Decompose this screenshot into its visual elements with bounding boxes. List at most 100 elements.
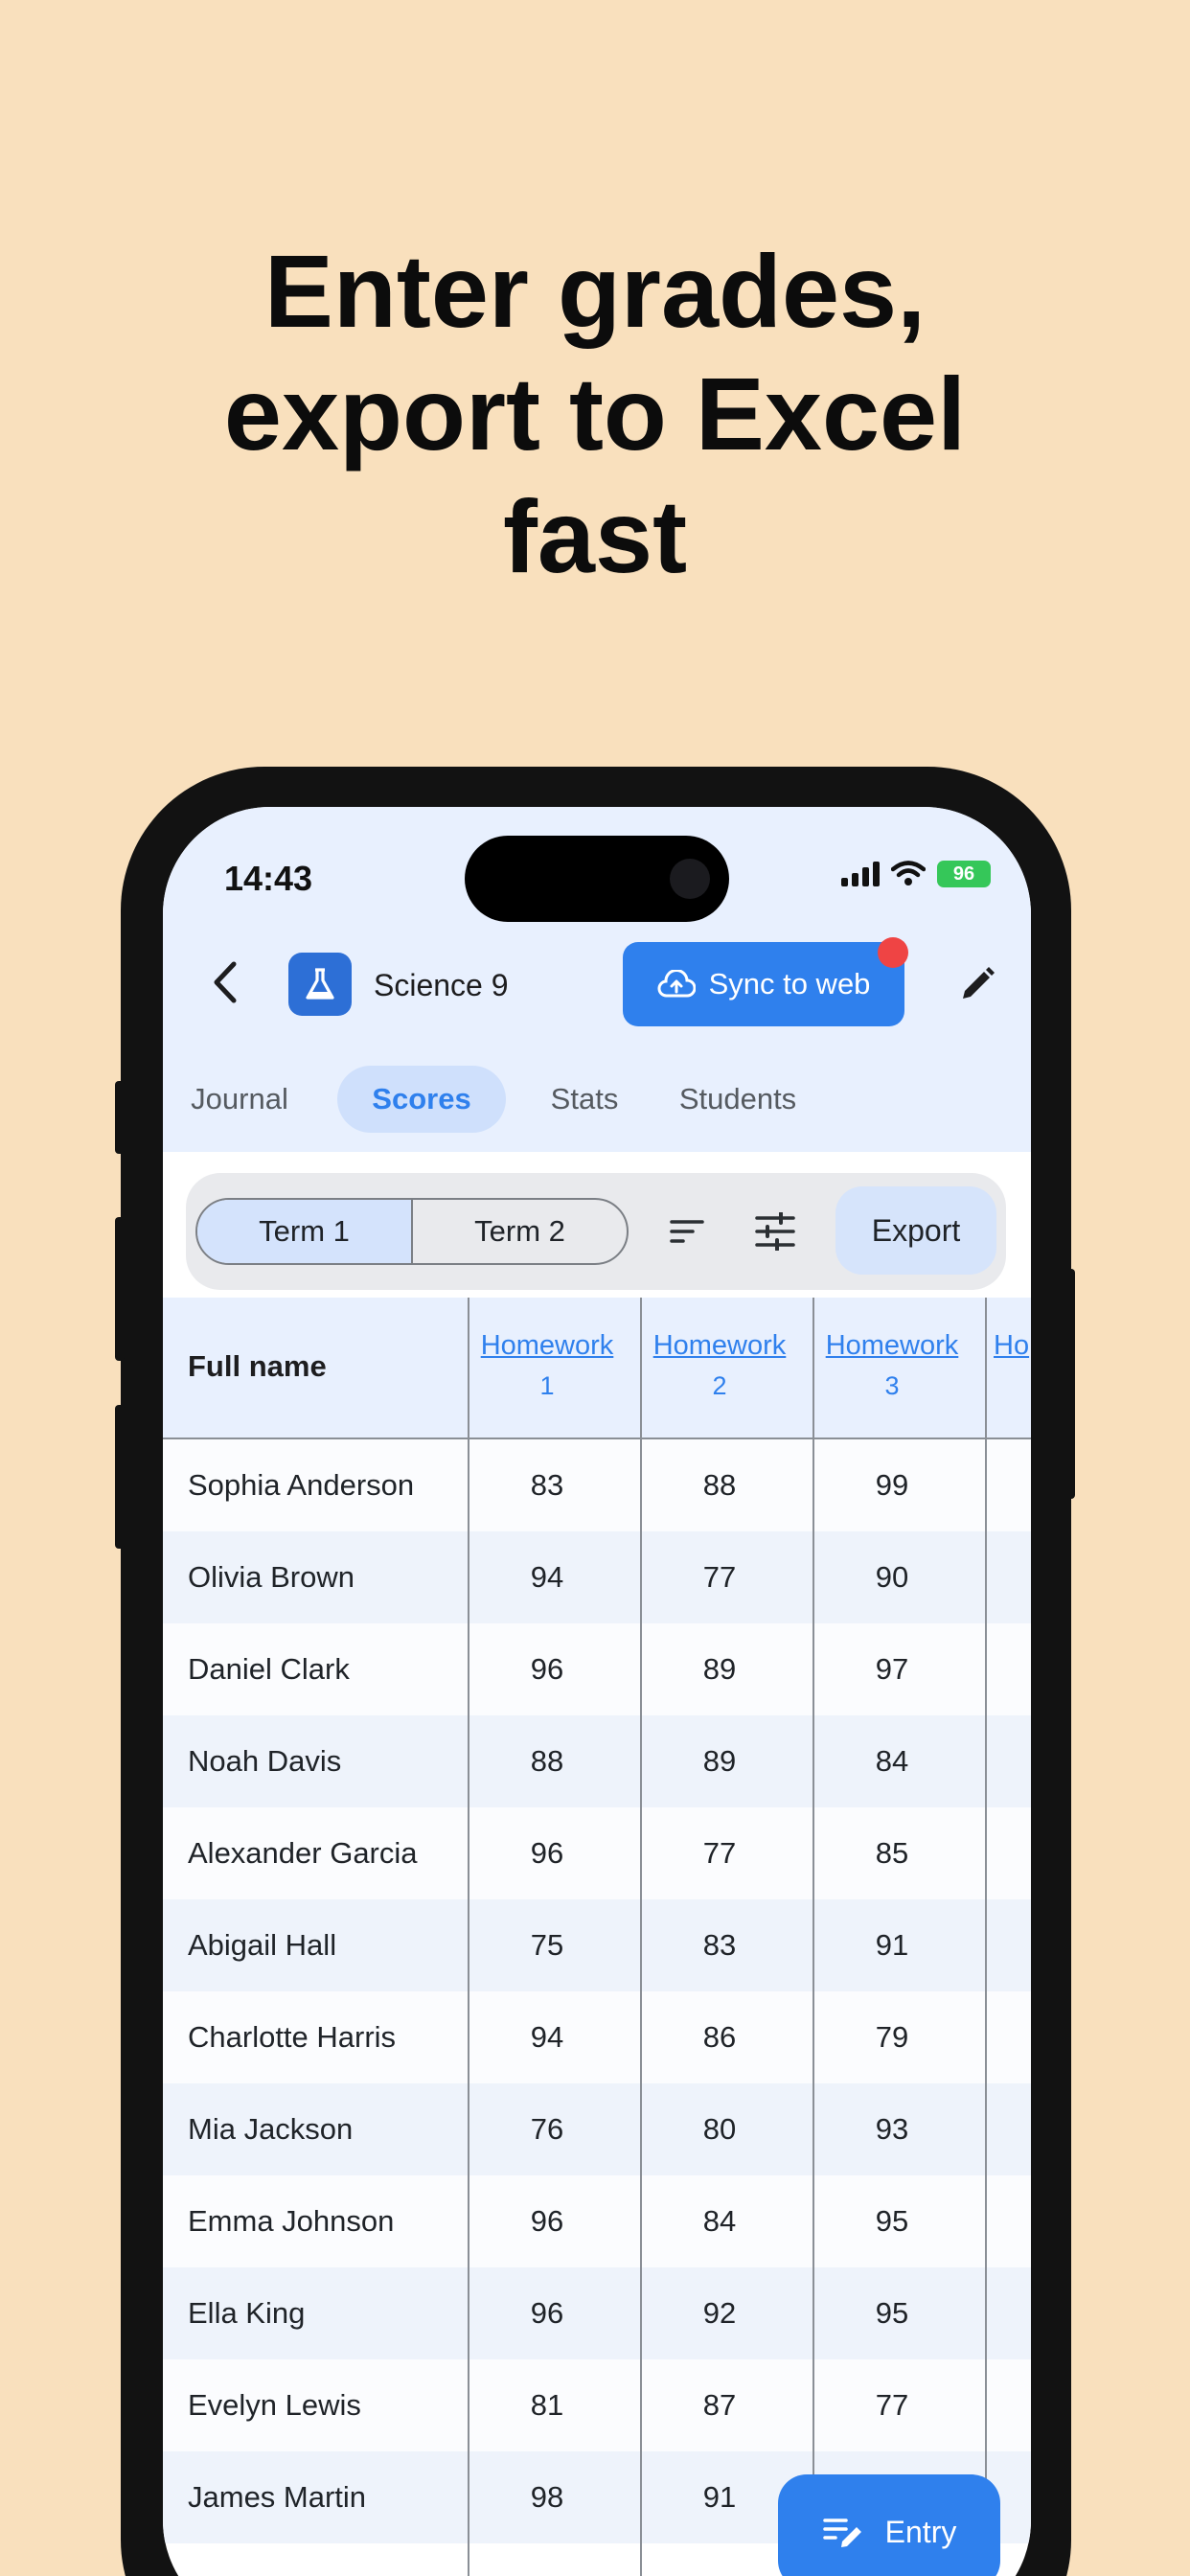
camera-icon — [670, 859, 710, 899]
table-row: Ella King 96 92 95 — [163, 2267, 1031, 2359]
score-cell[interactable]: 77 — [633, 1560, 806, 1595]
student-name: Mia Jackson — [188, 2112, 354, 2146]
signal-icon — [841, 862, 880, 886]
score-cell[interactable]: 95 — [806, 2204, 978, 2239]
term-1-segment[interactable]: Term 1 — [197, 1200, 413, 1263]
score-cell[interactable]: 93 — [806, 2112, 978, 2147]
status-icons: 96 — [841, 861, 991, 887]
score-cell[interactable]: 84 — [633, 2204, 806, 2239]
phone-side-button — [115, 1217, 125, 1361]
battery-icon: 96 — [937, 861, 991, 887]
score-cell[interactable]: 90 — [806, 1560, 978, 1595]
chevron-left-icon — [214, 961, 237, 1003]
student-name: Olivia Brown — [188, 1560, 355, 1594]
score-cell[interactable]: 88 — [633, 1468, 806, 1503]
back-button[interactable] — [201, 958, 249, 1006]
column-divider — [640, 1298, 642, 2576]
phone-side-button — [1065, 1269, 1075, 1499]
score-cell[interactable]: 88 — [461, 1744, 633, 1779]
table-row: Emma Johnson 96 84 95 — [163, 2175, 1031, 2267]
column-header-homework-2[interactable]: Homework 2 — [633, 1298, 806, 1439]
score-cell[interactable]: 81 — [461, 2388, 633, 2423]
score-cell[interactable]: 94 — [461, 2020, 633, 2055]
sync-label: Sync to web — [708, 967, 871, 1000]
class-name: Science 9 — [374, 968, 509, 1002]
scores-toolbar: Term 1 Term 2 Export — [186, 1173, 1006, 1290]
student-name: Ella King — [188, 2296, 306, 2330]
pencil-icon — [963, 967, 995, 999]
sort-button[interactable] — [663, 1208, 711, 1255]
export-button[interactable]: Export — [835, 1186, 996, 1275]
tab-stats[interactable]: Stats — [527, 1066, 642, 1133]
score-cell[interactable]: 96 — [461, 2204, 633, 2239]
score-cell[interactable]: 98 — [461, 2480, 633, 2515]
tab-journal[interactable]: Journal — [182, 1066, 297, 1133]
tab-students[interactable]: Students — [661, 1066, 814, 1133]
term-2-segment[interactable]: Term 2 — [413, 1200, 627, 1263]
score-cell[interactable]: 96 — [461, 1652, 633, 1687]
headline-line: Enter grades, — [263, 233, 927, 349]
score-cell[interactable]: 76 — [461, 2112, 633, 2147]
phone-screen: 14:43 96 Science 9 Sync to web Journal S… — [163, 807, 1031, 2576]
score-cell[interactable]: 80 — [633, 2112, 806, 2147]
score-cell[interactable]: 77 — [806, 2388, 978, 2423]
score-cell[interactable]: 84 — [806, 1744, 978, 1779]
table-row: Charlotte Harris 94 86 79 — [163, 1991, 1031, 2083]
tune-icon — [755, 1212, 795, 1251]
phone-side-button — [115, 1405, 125, 1549]
table-row: Olivia Brown 94 77 90 — [163, 1531, 1031, 1623]
edit-button[interactable] — [952, 959, 1002, 1009]
table-row: Daniel Clark 96 89 97 — [163, 1623, 1031, 1715]
score-cell[interactable]: 96 — [461, 1836, 633, 1871]
student-name: Sophia Anderson — [188, 1468, 415, 1502]
student-name: Noah Davis — [188, 1744, 342, 1778]
app-header: 14:43 96 Science 9 Sync to web Journal S… — [163, 807, 1031, 1152]
score-cell[interactable]: 83 — [633, 1928, 806, 1963]
score-cell[interactable]: 89 — [633, 1744, 806, 1779]
score-cell[interactable]: 75 — [461, 1928, 633, 1963]
phone-side-button — [115, 1081, 125, 1154]
score-cell[interactable]: 87 — [633, 2388, 806, 2423]
notification-dot — [878, 937, 908, 968]
score-cell[interactable]: 94 — [461, 1560, 633, 1595]
student-name: Charlotte Harris — [188, 2020, 397, 2054]
column-header-full-name: Full name — [188, 1349, 327, 1383]
score-cell[interactable]: 95 — [806, 2296, 978, 2331]
score-cell[interactable]: 86 — [633, 2020, 806, 2055]
table-body: Sophia Anderson 83 88 99 Olivia Brown 94 77 90 D… — [163, 1439, 1031, 2543]
score-cell[interactable]: 83 — [461, 1468, 633, 1503]
table-header: Full name Homework 1 Homework 2 Homework 3 … — [163, 1298, 1031, 1439]
wifi-icon — [891, 861, 926, 886]
headline-line: export to Excel — [223, 356, 967, 472]
dynamic-island — [465, 836, 729, 922]
score-cell[interactable]: 77 — [633, 1836, 806, 1871]
score-cell[interactable]: 79 — [806, 2020, 978, 2055]
table-row: Abigail Hall 75 83 91 — [163, 1899, 1031, 1991]
entry-button[interactable]: Entry — [778, 2474, 1000, 2576]
student-name: Daniel Clark — [188, 1652, 350, 1686]
column-header-homework-1[interactable]: Homework 1 — [461, 1298, 633, 1439]
score-cell[interactable]: 97 — [806, 1652, 978, 1687]
table-row: Sophia Anderson 83 88 99 — [163, 1439, 1031, 1531]
score-cell[interactable]: 91 — [806, 1928, 978, 1963]
score-cell[interactable]: 92 — [633, 2296, 806, 2331]
table-row: Mia Jackson 76 80 93 — [163, 2083, 1031, 2175]
promo-headline: Enter grades, export to Excel fast — [0, 230, 1190, 598]
column-divider — [985, 1298, 987, 2576]
column-header-homework-3[interactable]: Homework 3 — [806, 1298, 978, 1439]
tab-scores[interactable]: Scores — [337, 1066, 506, 1133]
student-name: Emma Johnson — [188, 2204, 395, 2238]
score-cell[interactable]: 85 — [806, 1836, 978, 1871]
filter-button[interactable] — [751, 1208, 799, 1255]
sort-icon — [670, 1220, 704, 1243]
score-cell[interactable]: 96 — [461, 2296, 633, 2331]
column-divider — [812, 1298, 814, 2576]
table-row: Noah Davis 88 89 84 — [163, 1715, 1031, 1807]
score-cell[interactable]: 89 — [633, 1652, 806, 1687]
edit-list-icon — [822, 2518, 861, 2547]
sync-to-web-button[interactable]: Sync to web — [623, 942, 904, 1026]
score-cell[interactable]: 99 — [806, 1468, 978, 1503]
headline-line: fast — [502, 478, 688, 594]
table-row: Alexander Garcia 96 77 85 — [163, 1807, 1031, 1899]
term-selector: Term 1 Term 2 — [195, 1198, 629, 1265]
